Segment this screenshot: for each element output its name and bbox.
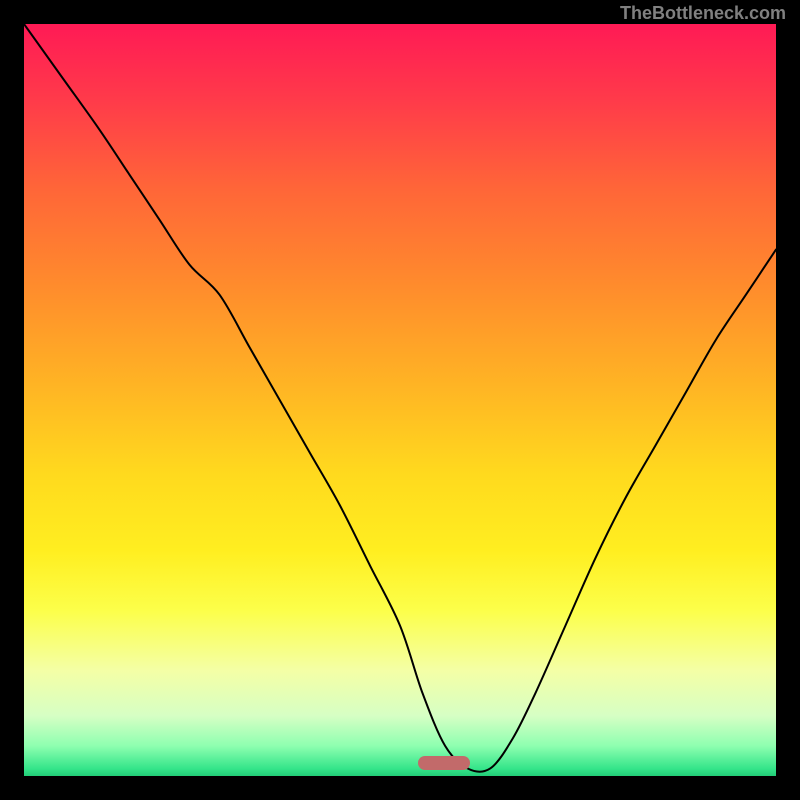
watermark-text: TheBottleneck.com <box>620 3 786 24</box>
optimum-marker <box>418 756 470 770</box>
curve-path <box>24 24 776 772</box>
bottleneck-curve <box>24 24 776 776</box>
plot-area <box>24 24 776 776</box>
chart-frame: TheBottleneck.com <box>0 0 800 800</box>
